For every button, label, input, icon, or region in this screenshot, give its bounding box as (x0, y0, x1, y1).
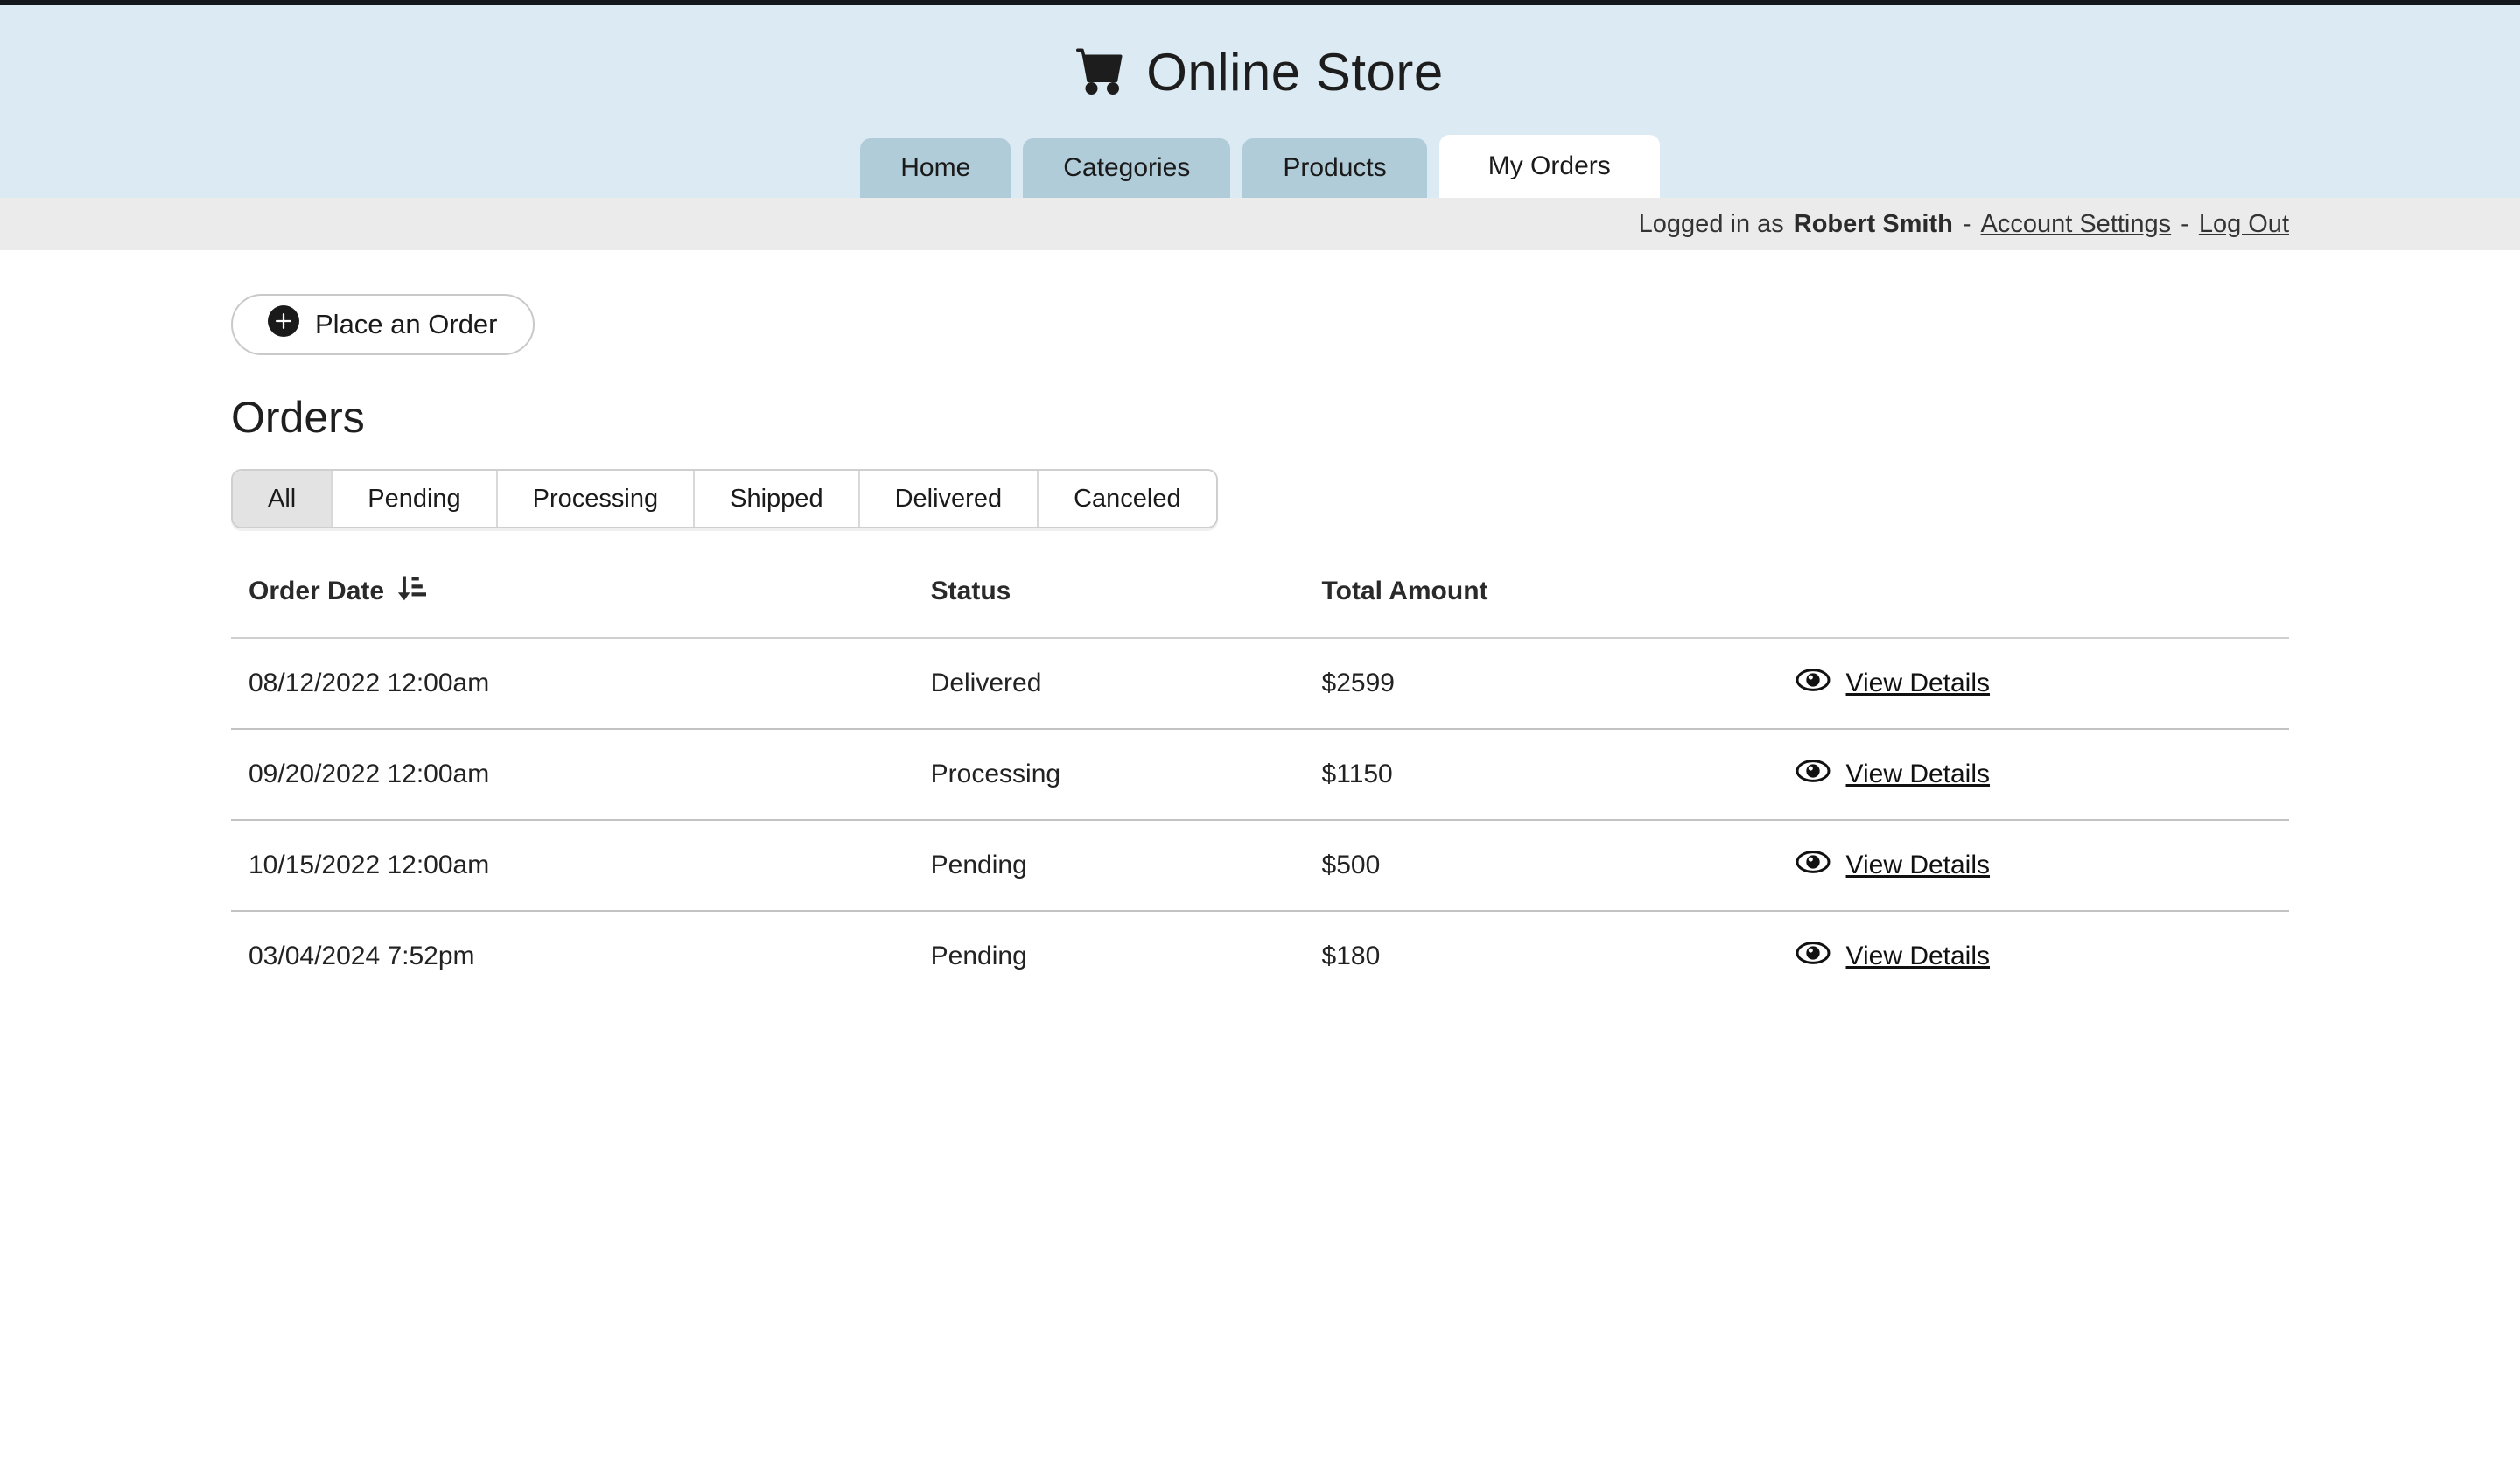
order-date-cell: 10/15/2022 12:00am (231, 820, 931, 911)
table-row: 10/15/2022 12:00am Pending $500 View Det… (231, 820, 2289, 911)
username: Robert Smith (1794, 210, 1953, 239)
table-row: 03/04/2024 7:52pm Pending $180 View Deta… (231, 911, 2289, 1001)
sort-descending-icon[interactable] (395, 572, 426, 611)
amount-cell: $180 (1322, 911, 1796, 1001)
amount-cell: $500 (1322, 820, 1796, 911)
order-date-cell: 09/20/2022 12:00am (231, 729, 931, 820)
view-details-label: View Details (1846, 850, 1991, 880)
column-header-status: Status (931, 560, 1322, 638)
place-order-button[interactable]: Place an Order (231, 294, 535, 355)
table-header-row: Order Date Status Total (231, 560, 2289, 638)
status-filter-group: All Pending Processing Shipped Delivered… (231, 469, 1218, 528)
filter-tab-processing[interactable]: Processing (496, 471, 693, 527)
account-settings-link[interactable]: Account Settings (1981, 210, 2172, 239)
place-order-label: Place an Order (315, 309, 498, 340)
site-header: Online Store Home Categories Products My… (0, 5, 2520, 198)
eye-icon (1796, 941, 1830, 972)
column-header-order-date[interactable]: Order Date (231, 560, 931, 638)
filter-tab-delivered[interactable]: Delivered (858, 471, 1038, 527)
column-header-label: Order Date (248, 577, 384, 606)
filter-tab-all[interactable]: All (233, 471, 331, 527)
order-date-cell: 03/04/2024 7:52pm (231, 911, 931, 1001)
user-bar: Logged in as Robert Smith - Account Sett… (0, 198, 2520, 250)
status-cell: Processing (931, 729, 1322, 820)
column-header-total-amount: Total Amount (1322, 560, 1796, 638)
view-details-link[interactable]: View Details (1796, 850, 1991, 881)
nav-tab-my-orders[interactable]: My Orders (1439, 135, 1660, 198)
filter-tab-pending[interactable]: Pending (331, 471, 495, 527)
view-details-label: View Details (1846, 942, 1991, 971)
table-row: 09/20/2022 12:00am Processing $1150 View… (231, 729, 2289, 820)
filter-tab-canceled[interactable]: Canceled (1037, 471, 1216, 527)
table-row: 08/12/2022 12:00am Delivered $2599 View … (231, 638, 2289, 729)
view-details-label: View Details (1846, 668, 1991, 698)
column-header-actions (1796, 560, 2290, 638)
main-nav: Home Categories Products My Orders (0, 135, 2520, 198)
view-details-link[interactable]: View Details (1796, 668, 1991, 699)
cart-icon (1076, 46, 1125, 99)
status-cell: Pending (931, 820, 1322, 911)
nav-tab-products[interactable]: Products (1242, 138, 1426, 198)
eye-icon (1796, 759, 1830, 790)
status-cell: Pending (931, 911, 1322, 1001)
plus-circle-icon (268, 305, 299, 344)
orders-table: Order Date Status Total (231, 560, 2289, 1001)
brand: Online Store (0, 38, 2520, 105)
eye-icon (1796, 668, 1830, 699)
filter-tab-shipped[interactable]: Shipped (693, 471, 858, 527)
logout-link[interactable]: Log Out (2199, 210, 2289, 239)
separator: - (1963, 210, 1971, 239)
view-details-link[interactable]: View Details (1796, 941, 1991, 972)
main-content: Place an Order Orders All Pending Proces… (231, 250, 2289, 1001)
nav-tab-home[interactable]: Home (860, 138, 1011, 198)
eye-icon (1796, 850, 1830, 881)
nav-tab-categories[interactable]: Categories (1023, 138, 1230, 198)
logged-in-text: Logged in as (1639, 210, 1784, 239)
amount-cell: $2599 (1322, 638, 1796, 729)
view-details-label: View Details (1846, 760, 1991, 789)
order-date-cell: 08/12/2022 12:00am (231, 638, 931, 729)
separator: - (2180, 210, 2189, 239)
view-details-link[interactable]: View Details (1796, 759, 1991, 790)
page-title: Orders (231, 392, 2289, 443)
status-cell: Delivered (931, 638, 1322, 729)
site-title: Online Store (1146, 42, 1444, 102)
amount-cell: $1150 (1322, 729, 1796, 820)
